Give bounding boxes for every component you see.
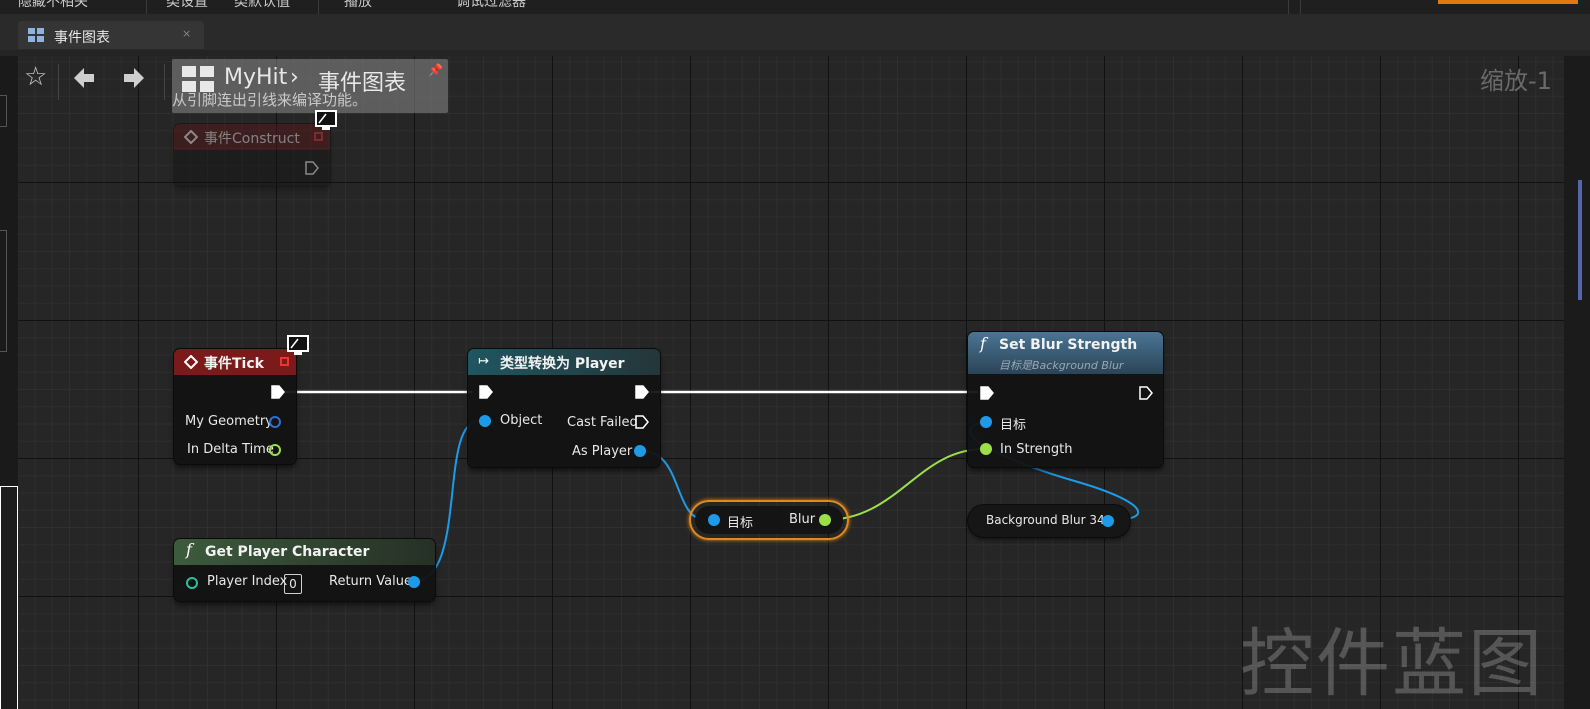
pin-in-delta-time[interactable] [269, 444, 281, 456]
left-dock-panel-inner [1, 487, 17, 709]
tab-label: 事件图表 [54, 30, 110, 46]
node-title: 类型转换为 Player [500, 356, 625, 372]
menu-separator [146, 0, 147, 14]
pin-label-return-value: Return Value [329, 574, 412, 589]
exec-out-pin[interactable] [635, 385, 649, 399]
right-dock-strip [1564, 56, 1590, 709]
function-icon: f [186, 540, 192, 559]
node-title: Get Player Character [205, 544, 370, 560]
monitor-icon[interactable] [286, 335, 310, 357]
node-title: 事件Construct [204, 131, 300, 147]
active-mode-indicator[interactable] [1438, 0, 1578, 4]
node-get-blur[interactable]: 目标 Blur [695, 506, 843, 534]
variable-label: Background Blur 34 [986, 513, 1105, 527]
graph-canvas[interactable]: ☆ MyHit › 事件图表 📌 从引脚连出引线来编译功能。 缩放-1 事件Co… [18, 56, 1564, 709]
menu-separator [1288, 0, 1289, 14]
monitor-icon[interactable] [314, 110, 338, 132]
node-background-blur-variable[interactable]: Background Blur 34 [968, 505, 1130, 537]
cast-arrows-icon: ↦ [478, 354, 489, 369]
pin-my-geometry[interactable] [269, 416, 281, 428]
toolbar-divider [58, 64, 59, 100]
menu-class-defaults[interactable]: 类默认值 [234, 0, 290, 11]
exec-out-pin[interactable] [1139, 386, 1153, 400]
node-title: Set Blur Strength [999, 337, 1138, 353]
breadcrumb-app[interactable]: MyHit [224, 65, 287, 90]
pin-label-target: 目标 [727, 516, 754, 531]
pin-label-target: 目标 [1000, 418, 1027, 433]
menu-hide-unrelated[interactable]: 隐藏不相关 [18, 0, 88, 11]
node-cast-to-player[interactable]: ↦ 类型转换为 Player Object Cast Failed As Pla… [468, 349, 660, 467]
tab-event-graph[interactable]: 事件图表 × [18, 21, 204, 49]
node-get-player-character[interactable]: f Get Player Character Player Index 0 Re… [174, 539, 435, 601]
pin-label-as-player: As Player [572, 444, 633, 459]
pin-label-in-delta-time: In Delta Time [187, 442, 274, 457]
float-wire[interactable] [824, 448, 985, 521]
pin-object[interactable] [479, 415, 491, 427]
tab-close-icon[interactable]: × [182, 27, 191, 40]
pin-target[interactable] [708, 514, 720, 526]
exec-out-pin[interactable] [271, 385, 285, 399]
toolbar-divider [164, 64, 165, 100]
pin-as-player[interactable] [634, 445, 646, 457]
breadcrumb-separator: › [290, 65, 299, 90]
function-icon: f [980, 334, 986, 353]
exec-cast-failed-pin[interactable] [635, 415, 649, 429]
pin-blur[interactable] [819, 514, 831, 526]
menu-class-settings[interactable]: 类设置 [166, 0, 208, 11]
zoom-level: 缩放-1 [1480, 67, 1552, 95]
pin-label-in-strength: In Strength [1000, 442, 1073, 457]
tab-row [0, 14, 1590, 50]
pin-background-blur[interactable] [1102, 515, 1114, 527]
blueprint-watermark: 控件蓝图 [1240, 621, 1544, 707]
right-scrollbar[interactable] [1578, 180, 1582, 300]
pin-label-my-geometry: My Geometry [185, 414, 273, 429]
pin-target[interactable] [980, 416, 992, 428]
event-diamond-icon [184, 355, 198, 369]
graph-hint-text: 从引脚连出引线来编译功能。 [172, 91, 368, 109]
pin-label-object: Object [500, 413, 543, 428]
pin-icon[interactable]: 📌 [428, 63, 443, 77]
exec-out-pin[interactable] [305, 161, 319, 175]
pin-label-cast-failed: Cast Failed [567, 415, 638, 430]
delegate-pin[interactable] [314, 132, 323, 141]
pin-player-index[interactable] [186, 577, 198, 589]
pin-in-strength[interactable] [980, 443, 992, 455]
node-event-tick[interactable]: 事件Tick My Geometry In Delta Time [174, 349, 296, 464]
left-dock-panel [0, 95, 7, 127]
node-subtitle: 目标是Background Blur [999, 359, 1124, 372]
pin-label-blur: Blur [789, 512, 816, 527]
node-event-construct[interactable]: 事件Construct [174, 124, 330, 186]
top-menu-bar: 隐藏不相关 类设置 类默认值 播放 调试过滤器 [0, 0, 1590, 14]
menu-separator [1300, 0, 1301, 14]
event-diamond-icon [184, 130, 198, 144]
pin-label-player-index: Player Index [207, 574, 288, 589]
graph-icon [28, 28, 44, 42]
exec-in-pin[interactable] [980, 386, 994, 400]
delegate-pin[interactable] [280, 357, 289, 366]
pin-return-value[interactable] [408, 576, 420, 588]
star-icon[interactable]: ☆ [24, 64, 47, 90]
node-title: 事件Tick [204, 356, 264, 372]
node-get-blur-selection[interactable]: 目标 Blur [689, 500, 849, 540]
player-index-input[interactable]: 0 [284, 574, 302, 594]
menu-separator [318, 0, 319, 14]
menu-debug-filter[interactable]: 调试过滤器 [456, 0, 526, 11]
left-dock-panel [0, 230, 7, 352]
exec-in-pin[interactable] [479, 385, 493, 399]
arrow-right-icon[interactable] [122, 66, 146, 90]
menu-play[interactable]: 播放 [344, 0, 372, 11]
arrow-left-icon[interactable] [72, 66, 96, 90]
node-set-blur-strength[interactable]: f Set Blur Strength 目标是Background Blur 目… [968, 332, 1163, 467]
